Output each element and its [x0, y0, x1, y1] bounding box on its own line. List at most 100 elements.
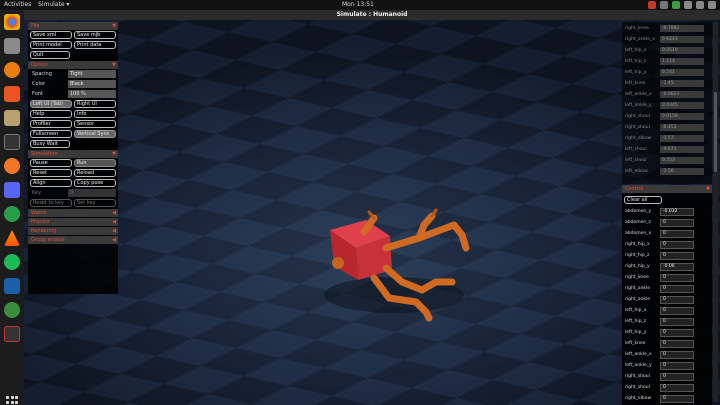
collapse-arrow-icon[interactable]: ▼: [112, 22, 116, 30]
option-section-header[interactable]: Option ▼: [28, 61, 118, 69]
group-enable-section-header[interactable]: Group enable ◀: [28, 236, 118, 244]
control-row[interactable]: right_shoul 0: [622, 372, 712, 382]
set-key-button[interactable]: Set key: [74, 199, 116, 207]
control-section-header[interactable]: Control ▼: [622, 185, 712, 193]
control-row[interactable]: left_hip_y 0: [622, 328, 712, 338]
physics-section-header[interactable]: Physics ◀: [28, 218, 118, 226]
joint-slider[interactable]: -0.0623: [660, 91, 704, 98]
save-mjb-button[interactable]: Save mjb: [74, 31, 116, 39]
volume-icon[interactable]: [696, 1, 704, 9]
control-slider[interactable]: 0: [660, 395, 694, 403]
control-slider[interactable]: 0: [660, 362, 694, 370]
control-row[interactable]: right_elbow 0: [622, 394, 712, 404]
system-tray[interactable]: [648, 1, 716, 9]
scrollbar-thumb[interactable]: [714, 92, 717, 172]
joint-slider[interactable]: -0.451: [660, 124, 704, 131]
font-select[interactable]: 100 %: [68, 90, 116, 98]
fullscreen-toggle[interactable]: Fullscreen: [30, 130, 72, 138]
control-slider[interactable]: 0: [660, 351, 694, 359]
files-icon[interactable]: [4, 38, 20, 54]
spotify-icon[interactable]: [4, 254, 20, 270]
joint-row[interactable]: left_hip_x 0.0519: [622, 46, 712, 55]
collapse-arrow-icon[interactable]: ▼: [112, 61, 116, 69]
profiler-toggle[interactable]: Profiler: [30, 120, 72, 128]
control-slider[interactable]: 0: [660, 252, 694, 260]
expand-arrow-icon[interactable]: ◀: [112, 209, 116, 217]
simulation-viewport[interactable]: [24, 20, 720, 405]
key-slider[interactable]: 0: [68, 189, 116, 197]
gimp-icon[interactable]: [4, 110, 20, 126]
joint-row[interactable]: right_knee -0.7882: [622, 24, 712, 33]
control-slider[interactable]: 0: [660, 241, 694, 249]
app-grid-icon[interactable]: [6, 396, 18, 405]
help-toggle[interactable]: Help: [30, 110, 72, 118]
run-radio[interactable]: Run: [74, 159, 116, 167]
control-slider[interactable]: 0: [660, 219, 694, 227]
control-row[interactable]: left_hip_z 0: [622, 317, 712, 327]
quit-button[interactable]: Quit: [30, 51, 70, 59]
joint-slider[interactable]: 1.114: [660, 58, 704, 65]
save-xml-button[interactable]: Save xml: [30, 31, 72, 39]
print-model-button[interactable]: Print model: [30, 41, 72, 49]
file-section-header[interactable]: File ▼: [28, 22, 118, 30]
clear-all-button[interactable]: Clear all: [624, 196, 662, 204]
copy-pose-button[interactable]: Copy pose: [74, 179, 116, 187]
record-indicator-icon[interactable]: [648, 1, 656, 9]
info-toggle[interactable]: Info: [74, 110, 116, 118]
joint-row[interactable]: left_shoul 0.553: [622, 156, 712, 165]
rendering-section-header[interactable]: Rendering ◀: [28, 227, 118, 235]
collapse-arrow-icon[interactable]: ▼: [112, 150, 116, 158]
screen-recorder-icon[interactable]: [4, 326, 20, 342]
control-slider[interactable]: 0: [660, 230, 694, 238]
control-row[interactable]: abdomen_x 0: [622, 229, 712, 239]
app-menu[interactable]: Simulate ▾: [38, 0, 69, 10]
app-indicator-icon[interactable]: [660, 1, 668, 9]
discord-icon[interactable]: [4, 182, 20, 198]
print-data-button[interactable]: Print data: [74, 41, 116, 49]
control-slider[interactable]: 0: [660, 329, 694, 337]
control-slider[interactable]: 0: [660, 274, 694, 282]
sensor-toggle[interactable]: Sensor: [74, 120, 116, 128]
update-icon[interactable]: [672, 1, 680, 9]
right-ui-toggle[interactable]: Right UI: [74, 100, 116, 108]
control-slider[interactable]: 0: [660, 373, 694, 381]
joint-slider[interactable]: 0.553: [660, 157, 704, 164]
control-row[interactable]: right_shoul 0: [622, 383, 712, 393]
control-row[interactable]: left_ankle_x 0: [622, 350, 712, 360]
control-row[interactable]: left_hip_x 0: [622, 306, 712, 316]
control-slider[interactable]: 0: [660, 285, 694, 293]
expand-arrow-icon[interactable]: ◀: [112, 227, 116, 235]
power-icon[interactable]: [708, 1, 716, 9]
joint-row[interactable]: left_ankle_y 0.0345: [622, 101, 712, 110]
left-ui-toggle[interactable]: Left UI (Tab): [30, 100, 72, 108]
joint-row[interactable]: right_shoul -0.451: [622, 123, 712, 132]
joint-row[interactable]: left_knee -1.45: [622, 79, 712, 88]
collapse-arrow-icon[interactable]: ▼: [706, 185, 710, 193]
align-button[interactable]: Align: [30, 179, 72, 187]
control-slider[interactable]: 0: [660, 318, 694, 326]
vertical-sync-toggle[interactable]: Vertical Sync: [74, 130, 116, 138]
activities-button[interactable]: Activities: [4, 0, 31, 10]
right-panel-scrollbar[interactable]: [713, 22, 718, 402]
reload-button[interactable]: Reload: [74, 169, 116, 177]
clock[interactable]: Mon 13:51: [342, 0, 374, 10]
control-row[interactable]: right_ankle 0: [622, 295, 712, 305]
spacing-select[interactable]: Tight: [68, 70, 116, 78]
control-slider[interactable]: -0.032: [660, 208, 694, 216]
reset-to-key-button[interactable]: Reset to key: [30, 199, 72, 207]
simulation-section-header[interactable]: Simulation ▼: [28, 150, 118, 158]
joint-row[interactable]: left_elbow -1.56: [622, 167, 712, 176]
control-slider[interactable]: 0: [660, 307, 694, 315]
joint-slider[interactable]: -1.45: [660, 80, 704, 87]
control-row[interactable]: right_knee 0: [622, 273, 712, 283]
joint-row[interactable]: left_hip_z 1.114: [622, 57, 712, 66]
joint-row[interactable]: right_elbow -1.57: [622, 134, 712, 143]
control-slider[interactable]: 0: [660, 384, 694, 392]
control-row[interactable]: left_knee 0: [622, 339, 712, 349]
joint-slider[interactable]: 0.241: [660, 69, 704, 76]
ubuntu-software-icon[interactable]: [4, 86, 20, 102]
joint-row[interactable]: right_ankle_x 0.6241: [622, 35, 712, 44]
joint-row[interactable]: left_shoul -0.671: [622, 145, 712, 154]
expand-arrow-icon[interactable]: ◀: [112, 218, 116, 226]
chrome-icon[interactable]: [4, 14, 20, 30]
